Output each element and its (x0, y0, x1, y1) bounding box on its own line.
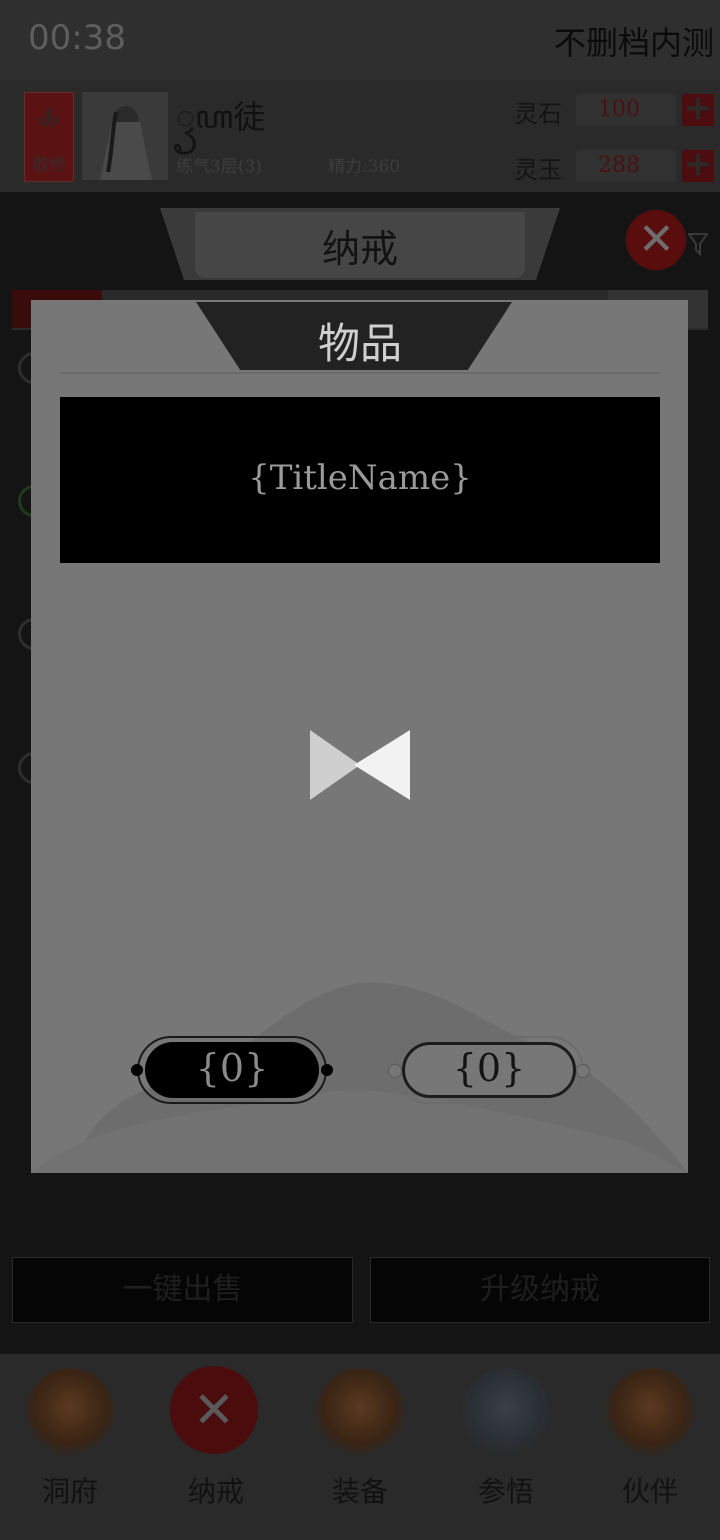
sell-all-button[interactable]: 一键出售 (12, 1257, 353, 1323)
divider (60, 372, 660, 374)
close-icon: ✕ (170, 1366, 258, 1454)
close-icon: ✕ (638, 214, 675, 265)
nav-label: 装备 (331, 1475, 388, 1508)
nav-label: 参悟 (477, 1475, 534, 1508)
currency-value-spirit-jade: 288 (576, 150, 676, 182)
modal-right-button[interactable]: {0} (388, 1036, 590, 1104)
avatar-portrait (82, 92, 168, 180)
button-label: {0} (452, 1046, 526, 1090)
upgrade-ring-button[interactable]: 升级纳戒 (370, 1257, 710, 1323)
panel-title: 纳戒 (321, 227, 398, 271)
player-name: ꦽꦲ徒 (176, 98, 266, 136)
player-realm: 练气3层(3) (176, 157, 262, 177)
mountain-backdrop (31, 982, 688, 1173)
add-spirit-stone-button[interactable]: + (682, 91, 714, 126)
build-label: 不删档内测 (553, 24, 714, 62)
sect-label: 散修 (32, 155, 66, 175)
item-title: {TitleName} (248, 458, 472, 498)
cave-icon (26, 1368, 114, 1456)
nav-item-equipment[interactable]: 装备 (300, 1362, 420, 1532)
currency-label-spirit-jade: 灵玉 (514, 156, 562, 184)
helmet-icon (316, 1368, 404, 1456)
status-bar: 00:38 不删档内测 (0, 0, 720, 80)
sect-badge[interactable]: 散修 (24, 92, 74, 182)
scroll-icon (462, 1368, 550, 1456)
player-energy: 精力:360 (328, 157, 401, 177)
nav-item-ring[interactable]: ✕ 纳戒 (156, 1362, 276, 1532)
filter-icon[interactable] (688, 232, 708, 256)
currency-label-spirit-stone: 灵石 (514, 100, 562, 128)
button-label: {0} (195, 1046, 269, 1090)
nav-label: 洞府 (41, 1475, 98, 1508)
close-panel-button[interactable]: ✕ (626, 210, 686, 270)
add-spirit-jade-button[interactable]: + (682, 147, 714, 182)
nav-item-insight[interactable]: 参悟 (446, 1362, 566, 1532)
player-header: 散修 ꦽꦲ徒 练气3层(3) 精力:360 灵石 100 + 灵玉 288 + (0, 80, 720, 192)
nav-label: 纳戒 (187, 1475, 244, 1508)
bowtie-loading-icon (310, 730, 410, 800)
currency-value-spirit-stone: 100 (576, 94, 676, 126)
modal-left-button[interactable]: {0} (131, 1036, 333, 1104)
avatar[interactable] (82, 92, 168, 180)
nav-item-companion[interactable]: 伙伴 (590, 1362, 710, 1532)
clock: 00:38 (28, 18, 126, 58)
lotus-icon (39, 107, 59, 127)
nav-item-cave[interactable]: 洞府 (10, 1362, 130, 1532)
modal-title: 物品 (317, 319, 402, 368)
companion-icon (606, 1368, 694, 1456)
nav-label: 伙伴 (621, 1475, 678, 1508)
